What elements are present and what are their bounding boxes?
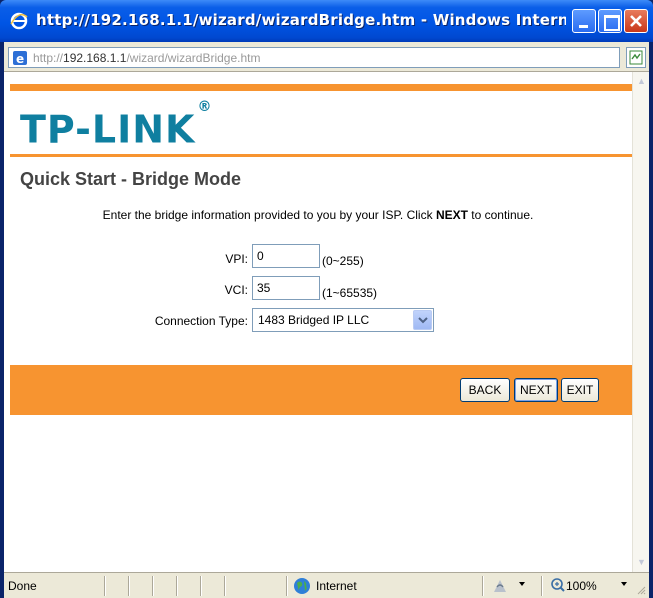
status-separator (152, 576, 154, 596)
connection-type-label: Connection Type: (154, 314, 248, 328)
page-viewport: TP-LINK® Quick Start - Bridge Mode Enter… (4, 72, 649, 572)
top-divider (10, 84, 632, 91)
dropdown-button[interactable] (413, 310, 432, 330)
address-url: http://192.168.1.1/wizard/wizardBridge.h… (33, 51, 260, 65)
tplink-logo: TP-LINK® (20, 99, 212, 152)
globe-icon (294, 578, 310, 594)
maximize-button[interactable] (598, 9, 622, 33)
status-separator (104, 576, 106, 596)
connection-type-value: 1483 Bridged IP LLC (258, 313, 370, 327)
window-title: http://192.168.1.1/wizard/wizardBridge.h… (36, 11, 566, 29)
svg-text:e: e (16, 52, 24, 66)
vertical-scrollbar[interactable]: ▲ ▼ (632, 72, 649, 572)
zone-label: Internet (316, 579, 357, 593)
status-separator (541, 576, 543, 596)
minimize-button[interactable] (572, 9, 596, 33)
address-bar: e http://192.168.1.1/wizard/wizardBridge… (4, 42, 649, 72)
url-host: 192.168.1.1 (63, 51, 127, 65)
status-separator (286, 576, 288, 596)
vpi-input[interactable] (252, 244, 320, 268)
scroll-down-arrow[interactable]: ▼ (634, 555, 649, 570)
protected-mode-icon[interactable] (491, 577, 509, 595)
page-title: Quick Start - Bridge Mode (20, 169, 242, 189)
chevron-down-icon[interactable] (621, 582, 627, 586)
browser-window: http://192.168.1.1/wizard/wizardBridge.h… (0, 0, 653, 598)
instruction-bold: NEXT (435, 208, 468, 222)
zoom-icon[interactable] (550, 577, 566, 593)
zoom-level[interactable]: 100% (566, 579, 597, 593)
header-divider (10, 154, 632, 157)
connection-type-select[interactable]: 1483 Bridged IP LLC (252, 308, 434, 332)
ie-icon (10, 12, 28, 30)
status-separator (224, 576, 226, 596)
wizard-page: TP-LINK® Quick Start - Bridge Mode Enter… (4, 72, 632, 572)
vpi-hint: (0~255) (322, 254, 364, 268)
address-field[interactable]: e http://192.168.1.1/wizard/wizardBridge… (8, 47, 620, 68)
page-icon: e (13, 51, 27, 66)
chevron-down-icon (418, 317, 428, 324)
vci-input[interactable] (252, 276, 320, 300)
url-path: /wizard/wizardBridge.htm (126, 51, 261, 65)
vci-hint: (1~65535) (322, 286, 378, 300)
status-text: Done (8, 579, 37, 593)
refresh-icon (629, 50, 643, 65)
exit-button[interactable]: EXIT (561, 378, 599, 402)
status-separator (176, 576, 178, 596)
instruction-text: Enter the bridge information provided to… (4, 208, 632, 222)
status-separator (482, 576, 484, 596)
vpi-label: VPI: (225, 252, 248, 266)
back-button[interactable]: BACK (460, 378, 510, 402)
status-bar: Done Internet 100% (4, 572, 649, 598)
close-button[interactable] (624, 9, 648, 33)
close-icon (630, 15, 642, 27)
vci-label: VCI: (224, 283, 248, 297)
chevron-down-icon[interactable] (519, 582, 525, 586)
logo-text: TP-LINK (20, 107, 196, 152)
status-separator (128, 576, 130, 596)
instruction-post: to continue. (467, 208, 534, 222)
status-separator (200, 576, 202, 596)
next-button[interactable]: NEXT (514, 378, 558, 402)
logo-mark: ® (197, 99, 213, 115)
title-bar[interactable]: http://192.168.1.1/wizard/wizardBridge.h… (0, 0, 653, 42)
resize-grip-icon[interactable] (636, 585, 646, 595)
url-prefix: http:// (33, 51, 64, 65)
refresh-button[interactable] (626, 47, 646, 68)
scroll-up-arrow[interactable]: ▲ (634, 74, 649, 89)
instruction-pre: Enter the bridge information provided to… (102, 208, 436, 222)
